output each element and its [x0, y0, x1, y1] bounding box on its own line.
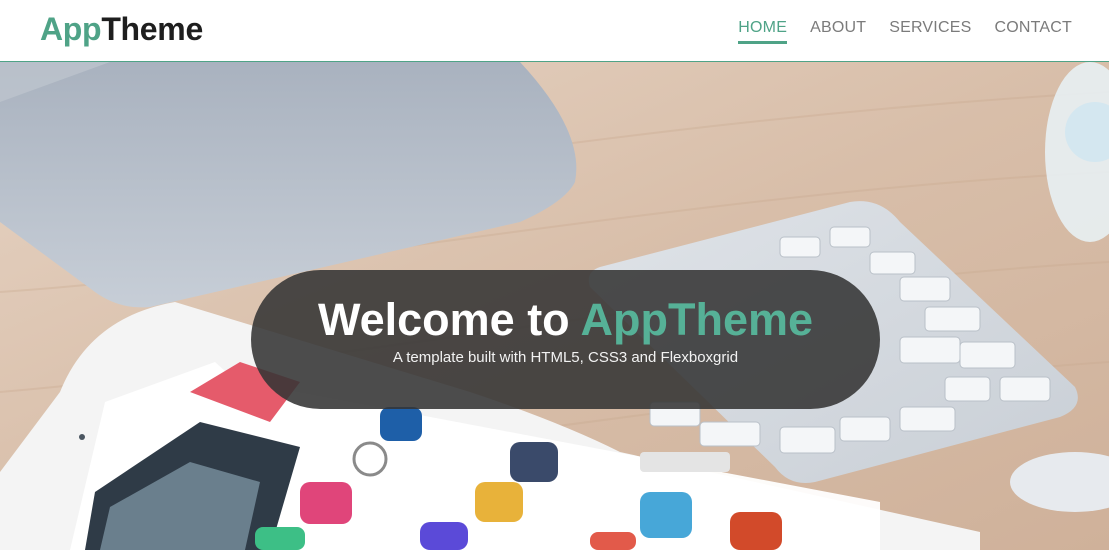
nav-about[interactable]: ABOUT — [810, 19, 866, 44]
logo-text: Theme — [101, 11, 203, 47]
hero-title-brand: AppTheme — [580, 294, 814, 345]
site-header: AppTheme HOME ABOUT SERVICES CONTACT — [0, 0, 1109, 62]
hero-title-prefix: Welcome to — [317, 294, 581, 345]
hero-title: Welcome to AppTheme — [251, 295, 880, 345]
hero-section: Welcome to AppTheme A template built wit… — [0, 62, 1109, 550]
nav-contact[interactable]: CONTACT — [994, 19, 1072, 44]
hero-subtitle: A template built with HTML5, CSS3 and Fl… — [392, 349, 739, 366]
nav-services[interactable]: SERVICES — [889, 19, 971, 44]
main-nav: HOME ABOUT SERVICES CONTACT — [715, 19, 1072, 44]
hero-banner: Welcome to AppTheme A template built wit… — [251, 270, 880, 409]
site-logo[interactable]: AppTheme — [40, 11, 203, 47]
logo-accent-text: App — [40, 11, 102, 47]
nav-home[interactable]: HOME — [738, 19, 788, 44]
